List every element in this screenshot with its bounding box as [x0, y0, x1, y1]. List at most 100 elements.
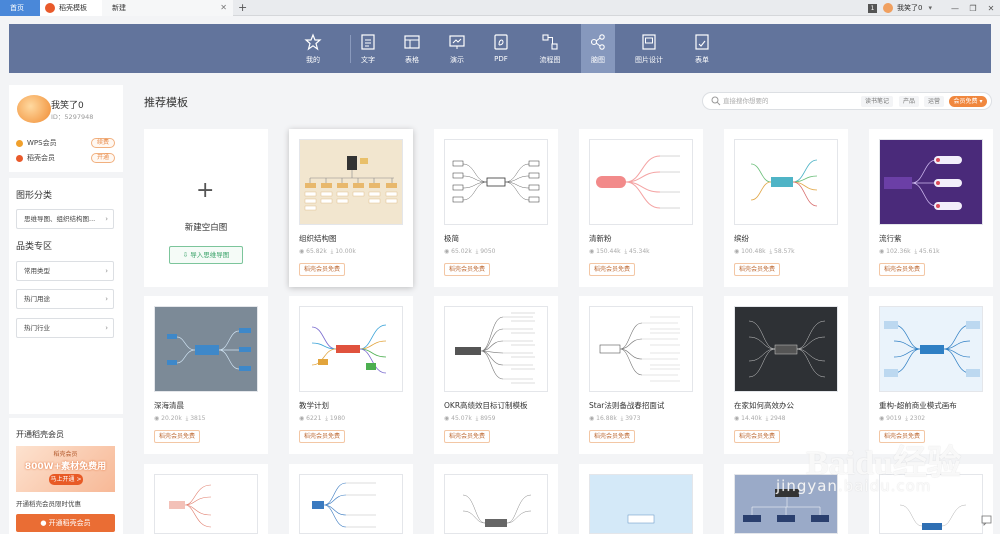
template-card[interactable] — [869, 464, 993, 534]
close-tab-icon[interactable]: ✕ — [220, 0, 227, 16]
template-card[interactable]: 在家如何高效办公 ◉ 14.40k ⤓ 2948 稻壳会员免费 — [724, 296, 848, 454]
close-window-icon[interactable]: ✕ — [982, 4, 1000, 13]
account-button[interactable]: 我笑了0 — [883, 3, 922, 13]
template-stats: ◉ 45.07k ⤓ 8959 — [444, 415, 496, 422]
feedback-icon[interactable] — [981, 515, 992, 526]
template-stats: ◉ 150.44k ⤓ 45.34k — [589, 248, 650, 255]
zone-select-common[interactable]: 常用类型 › — [16, 261, 114, 281]
template-card[interactable] — [144, 464, 268, 534]
wps-renew-button[interactable]: 续费 — [91, 138, 115, 148]
template-card[interactable]: 组织结构图 ◉ 65.82k ⤓ 10.00k 稻壳会员免费 — [289, 129, 413, 287]
import-mindmap-button[interactable]: ⇩ 导入思维导图 — [169, 246, 243, 264]
downloads-count: 10.00k — [335, 248, 356, 255]
maximize-icon[interactable]: ❐ — [964, 4, 982, 13]
views-count: 102.36k — [886, 248, 911, 255]
template-name: 重构-超前商业模式画布 — [879, 401, 957, 410]
new-blank-card[interactable]: + 新建空白图 ⇩ 导入思维导图 — [144, 129, 268, 287]
template-card[interactable]: Star法则备战春招面试 ◉ 16.88k ⤓ 3973 稻壳会员免费 — [579, 296, 703, 454]
template-card[interactable] — [579, 464, 703, 534]
tool-form[interactable]: 表单 — [684, 24, 720, 73]
template-card[interactable] — [434, 464, 558, 534]
open-vip-label: 开通稻壳会员 — [48, 519, 91, 527]
template-thumbnail — [154, 306, 258, 392]
tool-image-design[interactable]: 图片设计 — [631, 24, 667, 73]
template-thumbnail — [879, 474, 983, 534]
downloads-count: 2948 — [770, 415, 786, 422]
user-avatar[interactable] — [17, 95, 51, 123]
search-icon — [711, 96, 721, 106]
template-card[interactable] — [724, 464, 848, 534]
template-card[interactable]: 深海清晨 ◉ 20.20k ⤓ 3815 稻壳会员免费 — [144, 296, 268, 454]
tool-mine[interactable]: 我的 — [295, 24, 331, 73]
vip-free-badge: 稻壳会员免费 — [444, 263, 491, 276]
vip-banner[interactable]: 稻壳会员 800W+素材免费用 马上开通 > — [16, 446, 115, 492]
template-card[interactable]: 极简 ◉ 65.02k ⤓ 9050 稻壳会员免费 — [434, 129, 558, 287]
zone-select-usage[interactable]: 热门用途 › — [16, 289, 114, 309]
downloads-count: 58.57k — [774, 248, 795, 255]
tool-label: 脑图 — [591, 56, 605, 64]
open-vip-button[interactable]: ● 开通稻壳会员 — [16, 514, 115, 532]
tool-pdf[interactable]: PDF — [483, 24, 519, 73]
tool-presentation[interactable]: 演示 — [439, 24, 475, 73]
left-sidebar: 我笑了0 ID：5297948 WPS会员 续费 稻壳会员 开通 图形分类 思维… — [9, 85, 123, 414]
add-tab-icon[interactable]: + — [238, 0, 247, 16]
template-name: OKR高绩效目标订制模板 — [444, 401, 528, 410]
template-card[interactable]: 清新粉 ◉ 150.44k ⤓ 45.34k 稻壳会员免费 — [579, 129, 703, 287]
vip-desc: 开通稻壳会员限时优惠 — [16, 500, 81, 508]
template-card[interactable]: 流行紫 ◉ 102.36k ⤓ 45.61k 稻壳会员免费 — [869, 129, 993, 287]
zone-title: 品类专区 — [16, 242, 53, 252]
tool-sheet[interactable]: 表格 — [394, 24, 430, 73]
image-design-icon — [642, 34, 656, 50]
vip-banner-button[interactable]: 马上开通 > — [49, 474, 83, 485]
wps-member-icon — [16, 139, 23, 147]
select-label: 热门用途 — [24, 295, 50, 303]
tool-mindmap[interactable]: 脑图 — [581, 24, 615, 73]
template-name: 极简 — [444, 234, 459, 243]
template-name: 组织结构图 — [299, 234, 337, 243]
title-bar: 首页 稻壳模板 新建 ✕ + 1 我笑了0 ▾ — ❐ ✕ — [0, 0, 1000, 16]
tab-home[interactable]: 首页 — [0, 0, 40, 16]
window-count-badge[interactable]: 1 — [868, 3, 878, 13]
vip-free-badge: 稻壳会员免费 — [879, 430, 926, 443]
vip-free-badge: 稻壳会员免费 — [444, 430, 491, 443]
search-tag[interactable]: 读书笔记 — [861, 96, 893, 107]
downloads-count: 3815 — [190, 415, 206, 422]
daoke-open-button[interactable]: 开通 — [91, 153, 115, 163]
template-thumbnail — [154, 474, 258, 534]
tab-new[interactable]: 新建 ✕ — [102, 0, 233, 16]
membership-row-wps: WPS会员 — [16, 138, 57, 148]
vip-free-filter[interactable]: 会员免费 ▾ — [949, 96, 987, 107]
graph-category-select[interactable]: 思维导图、组织结构图... › — [16, 209, 114, 229]
downloads-count: 1980 — [329, 415, 346, 422]
account-dropdown-icon[interactable]: ▾ — [928, 4, 932, 12]
flowchart-icon — [542, 34, 558, 50]
template-card[interactable]: 教学计划 ◉ 6221 ⤓ 1980 稻壳会员免费 — [289, 296, 413, 454]
downloads-count: 9050 — [480, 248, 496, 255]
search-tag[interactable]: 产品 — [899, 96, 919, 107]
template-stats: ◉ 20.20k ⤓ 3815 — [154, 415, 206, 422]
minimize-icon[interactable]: — — [946, 4, 964, 13]
select-label: 思维导图、组织结构图... — [24, 215, 96, 223]
tab-daoke-templates[interactable]: 稻壳模板 — [40, 0, 102, 16]
tab-new-label: 新建 — [112, 4, 126, 12]
tab-daoke-label: 稻壳模板 — [59, 4, 87, 12]
search-tag[interactable]: 运营 — [924, 96, 944, 107]
template-thumbnail — [589, 139, 693, 225]
tool-writer[interactable]: 文字 — [350, 24, 386, 73]
vip-free-badge: 稻壳会员免费 — [154, 430, 201, 443]
template-card[interactable]: OKR高绩效目标订制模板 ◉ 45.07k ⤓ 8959 稻壳会员免费 — [434, 296, 558, 454]
tool-label: 流程图 — [539, 56, 561, 64]
tool-flowchart[interactable]: 流程图 — [532, 24, 568, 73]
template-card[interactable] — [289, 464, 413, 534]
template-card[interactable]: 重构-超前商业模式画布 ◉ 9019 ⤓ 2302 稻壳会员免费 — [869, 296, 993, 454]
import-label: 导入思维导图 — [190, 251, 230, 259]
tool-label: 文字 — [361, 56, 375, 64]
star-icon — [304, 33, 322, 51]
template-stats: ◉ 100.48k ⤓ 58.57k — [734, 248, 795, 255]
zone-select-industry[interactable]: 热门行业 › — [16, 318, 114, 338]
tool-label: 表单 — [695, 56, 709, 64]
template-card[interactable]: 缤纷 ◉ 100.48k ⤓ 58.57k 稻壳会员免费 — [724, 129, 848, 287]
vip-free-badge: 稻壳会员免费 — [734, 430, 781, 443]
views-count: 45.07k — [451, 415, 472, 422]
search-box[interactable]: 直接搜你想要的 读书笔记 产品 运营 会员免费 ▾ — [702, 92, 992, 110]
